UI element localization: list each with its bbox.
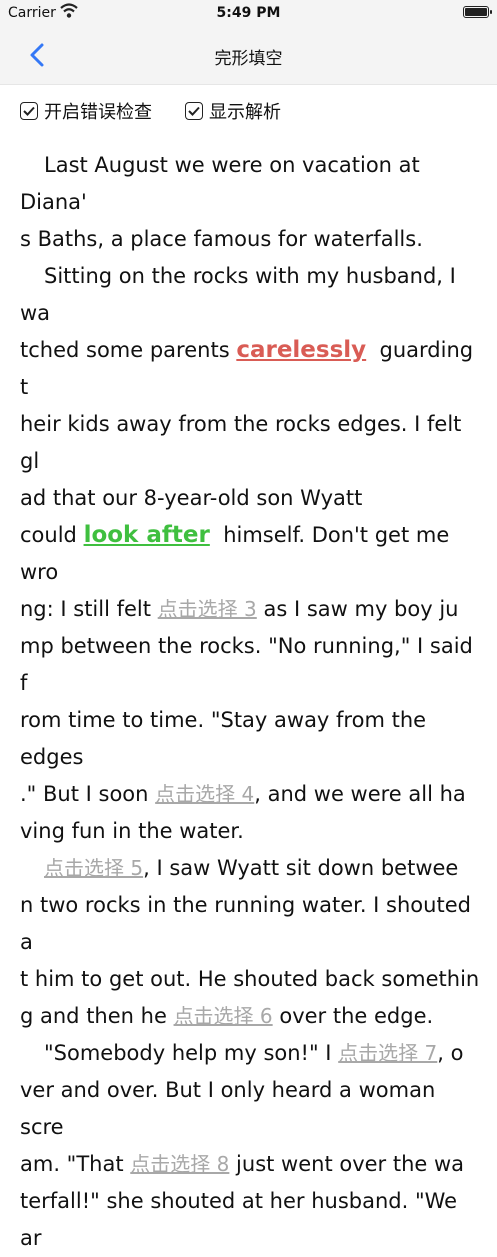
passage-line: ." But I soon	[20, 782, 149, 806]
navigation-bar: 完形填空	[0, 26, 497, 85]
passage-line: tched some parents	[20, 338, 230, 362]
passage-line: ad that our 8-year-old son Wyatt	[20, 486, 363, 510]
answer-1-wrong[interactable]: carelessly	[236, 337, 366, 363]
error-check-toggle[interactable]: 开启错误检查	[20, 98, 152, 124]
battery-icon	[463, 6, 492, 18]
passage-line: mp between the rocks. "No running," I sa…	[20, 634, 473, 695]
status-bar: Carrier 5:49 PM	[0, 0, 497, 26]
passage-line: t him to get out. He shouted back someth…	[20, 967, 480, 991]
passage-line: n two rocks in the running water. I shou…	[20, 893, 471, 954]
blank-4-select[interactable]: 点击选择 4	[155, 782, 254, 806]
options-bar: 开启错误检查 显示解析	[0, 85, 497, 135]
passage-line: s Baths, a place famous for waterfalls.	[20, 227, 423, 251]
error-check-label: 开启错误检查	[44, 102, 152, 123]
show-analysis-toggle[interactable]: 显示解析	[185, 98, 281, 124]
blank-7-select[interactable]: 点击选择 7	[338, 1041, 437, 1065]
passage-line: , o	[437, 1041, 464, 1065]
passage-line: rom time to time. "Stay away from the ed…	[20, 708, 427, 769]
passage-line: "Somebody help my son!" I	[44, 1041, 332, 1065]
show-analysis-label: 显示解析	[209, 102, 281, 123]
passage-line: ng: I still felt	[20, 597, 151, 621]
passage-line: terfall!" she shouted at her husband. "W…	[20, 1189, 458, 1250]
passage-line: ving fun in the water.	[20, 819, 244, 843]
passage-line: could	[20, 523, 77, 547]
passage-line: heir kids away from the rocks edges. I f…	[20, 412, 462, 473]
passage-line: Last August we were on vacation at Diana…	[20, 153, 420, 214]
passage-line: g and then he	[20, 1004, 167, 1028]
passage-line: , and we were all ha	[254, 782, 466, 806]
passage-line: , I saw Wyatt sit down betwee	[143, 856, 459, 880]
blank-5-select[interactable]: 点击选择 5	[44, 856, 143, 880]
passage-line: am. "That	[20, 1152, 124, 1176]
blank-8-select[interactable]: 点击选择 8	[130, 1152, 229, 1176]
answer-2-correct[interactable]: look after	[84, 522, 210, 548]
cloze-passage: Last August we were on vacation at Diana…	[20, 147, 482, 1257]
page-title: 完形填空	[214, 49, 283, 69]
passage-line: ver and over. But I only heard a woman s…	[20, 1078, 436, 1139]
blank-3-select[interactable]: 点击选择 3	[158, 597, 257, 621]
checkbox-checked-icon[interactable]	[20, 102, 38, 120]
passage-line: as I saw my boy ju	[263, 597, 459, 621]
passage-line: just went over the wa	[236, 1152, 465, 1176]
checkbox-checked-icon[interactable]	[185, 102, 203, 120]
blank-6-select[interactable]: 点击选择 6	[174, 1004, 273, 1028]
passage-line: over the edge.	[279, 1004, 434, 1028]
clock: 5:49 PM	[216, 5, 281, 21]
passage-line: Sitting on the rocks with my husband, I …	[20, 264, 456, 325]
